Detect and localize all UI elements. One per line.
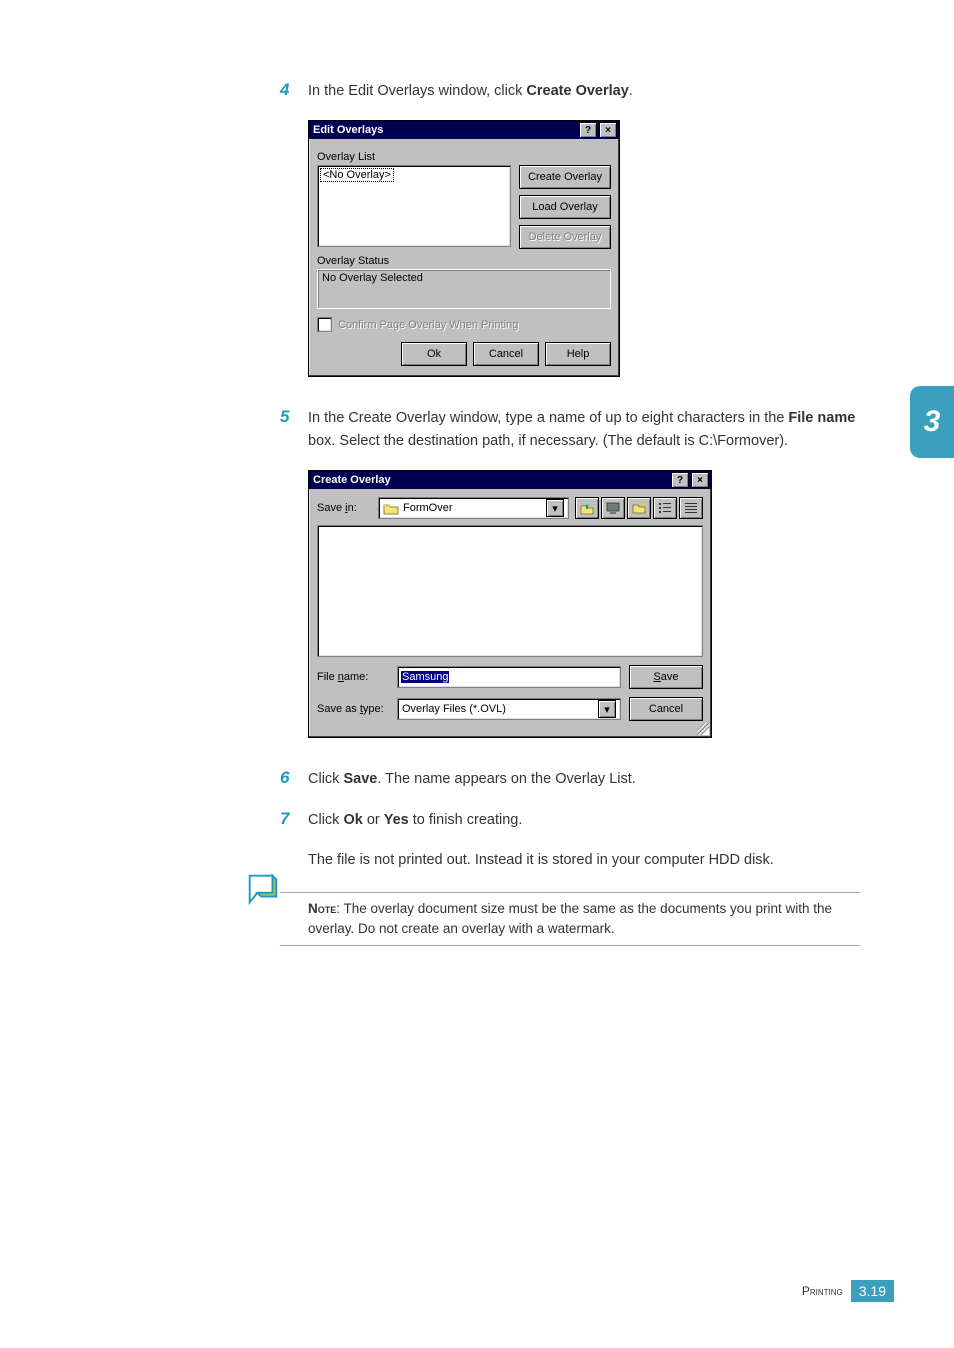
s7e: to finish creating. — [409, 812, 523, 828]
step-7-text: Click Ok or Yes to finish creating. — [308, 809, 522, 831]
help-dialog-button[interactable]: Help — [545, 342, 611, 366]
step-number-4: 4 — [280, 80, 308, 100]
overlay-list-item[interactable]: <No Overlay> — [320, 168, 394, 182]
save-in-dropdown[interactable]: FormOver ▾ — [378, 497, 569, 519]
new-folder-icon[interactable] — [627, 497, 651, 519]
up-one-level-icon[interactable] — [575, 497, 599, 519]
overlay-listbox[interactable]: <No Overlay> — [317, 165, 511, 247]
s6c: . The name appears on the Overlay List. — [377, 771, 635, 787]
create-overlay-title: Create Overlay — [311, 474, 669, 486]
page-footer: Printing 3.19 — [802, 1280, 894, 1302]
ok-button[interactable]: Ok — [401, 342, 467, 366]
save-in-label: Save in: — [317, 502, 372, 514]
file-list-area[interactable] — [317, 525, 703, 657]
save-as-type-dropdown[interactable]: Overlay Files (*.OVL) ▾ — [397, 698, 621, 720]
file-name-value: Samsung — [401, 671, 449, 683]
overlay-status-label: Overlay Status — [317, 255, 611, 267]
delete-overlay-button[interactable]: Delete Overlay — [519, 225, 611, 249]
edit-overlays-titlebar: Edit Overlays ? × — [309, 121, 619, 139]
step-number-5: 5 — [280, 407, 308, 427]
create-overlay-titlebar: Create Overlay ? × — [309, 471, 711, 489]
create-overlay-button[interactable]: Create Overlay — [519, 165, 611, 189]
save-button[interactable]: Save — [629, 665, 703, 689]
step-7-subtext: The file is not printed out. Instead it … — [308, 849, 860, 871]
desktop-icon[interactable] — [601, 497, 625, 519]
s6b: Save — [343, 771, 377, 787]
step4-a: In the Edit Overlays window, click — [308, 83, 526, 99]
note-body: : The overlay document size must be the … — [308, 901, 832, 936]
folder-icon — [383, 502, 399, 515]
s7d: Yes — [384, 812, 409, 828]
co-close-button[interactable]: × — [691, 472, 709, 488]
note-block: Note: The overlay document size must be … — [280, 892, 860, 947]
dropdown-arrow-icon[interactable]: ▾ — [546, 499, 564, 517]
confirm-overlay-checkbox[interactable] — [317, 317, 332, 332]
step-number-7: 7 — [280, 809, 308, 829]
save-as-type-label: Save as type: — [317, 703, 389, 715]
s6a: Click — [308, 771, 343, 787]
cancel-button[interactable]: Cancel — [473, 342, 539, 366]
type-dropdown-arrow-icon[interactable]: ▾ — [598, 700, 616, 718]
list-view-icon[interactable] — [653, 497, 677, 519]
footer-section: Printing — [802, 1284, 843, 1298]
load-overlay-button[interactable]: Load Overlay — [519, 195, 611, 219]
s7b: Ok — [343, 812, 362, 828]
note-icon — [244, 870, 282, 908]
note-label: Note — [308, 901, 336, 916]
s7a: Click — [308, 812, 343, 828]
co-help-button[interactable]: ? — [671, 472, 689, 488]
s7c: or — [363, 812, 384, 828]
step4-c: . — [629, 83, 633, 99]
resize-grip-icon[interactable] — [697, 723, 709, 735]
step-number-6: 6 — [280, 768, 308, 788]
note-hr-top — [280, 892, 860, 893]
note-hr-bottom — [280, 945, 860, 946]
step5-b: File name — [788, 410, 855, 426]
help-button[interactable]: ? — [579, 122, 597, 138]
create-overlay-dialog: Create Overlay ? × Save in: FormOver — [308, 470, 712, 738]
co-cancel-button[interactable]: Cancel — [629, 697, 703, 721]
edit-overlays-dialog: Edit Overlays ? × Overlay List <No Overl… — [308, 120, 620, 377]
close-button[interactable]: × — [599, 122, 617, 138]
footer-page: 3.19 — [851, 1280, 894, 1302]
step-4-text: In the Edit Overlays window, click Creat… — [308, 80, 633, 102]
step4-b: Create Overlay — [526, 83, 628, 99]
confirm-overlay-label: Confirm Page Overlay When Printing — [338, 319, 518, 331]
file-name-label: File name: — [317, 671, 389, 683]
save-as-type-value: Overlay Files (*.OVL) — [402, 703, 506, 715]
save-in-folder: FormOver — [403, 502, 453, 514]
details-view-icon[interactable] — [679, 497, 703, 519]
overlay-list-label: Overlay List — [317, 151, 611, 163]
step-5-text: In the Create Overlay window, type a nam… — [308, 407, 860, 452]
overlay-status-box: No Overlay Selected — [317, 269, 611, 309]
edit-overlays-title: Edit Overlays — [311, 124, 577, 136]
step-6-text: Click Save. The name appears on the Over… — [308, 768, 636, 790]
tri-down-2: ▾ — [604, 703, 610, 716]
step5-c: box. Select the destination path, if nec… — [308, 433, 788, 449]
overlay-status-text: No Overlay Selected — [322, 272, 423, 284]
step5-a: In the Create Overlay window, type a nam… — [308, 410, 788, 426]
note-text: Note: The overlay document size must be … — [280, 899, 860, 940]
file-name-input[interactable]: Samsung — [397, 666, 621, 688]
chapter-tab: 3 — [910, 386, 954, 458]
tri-down: ▾ — [552, 502, 558, 515]
